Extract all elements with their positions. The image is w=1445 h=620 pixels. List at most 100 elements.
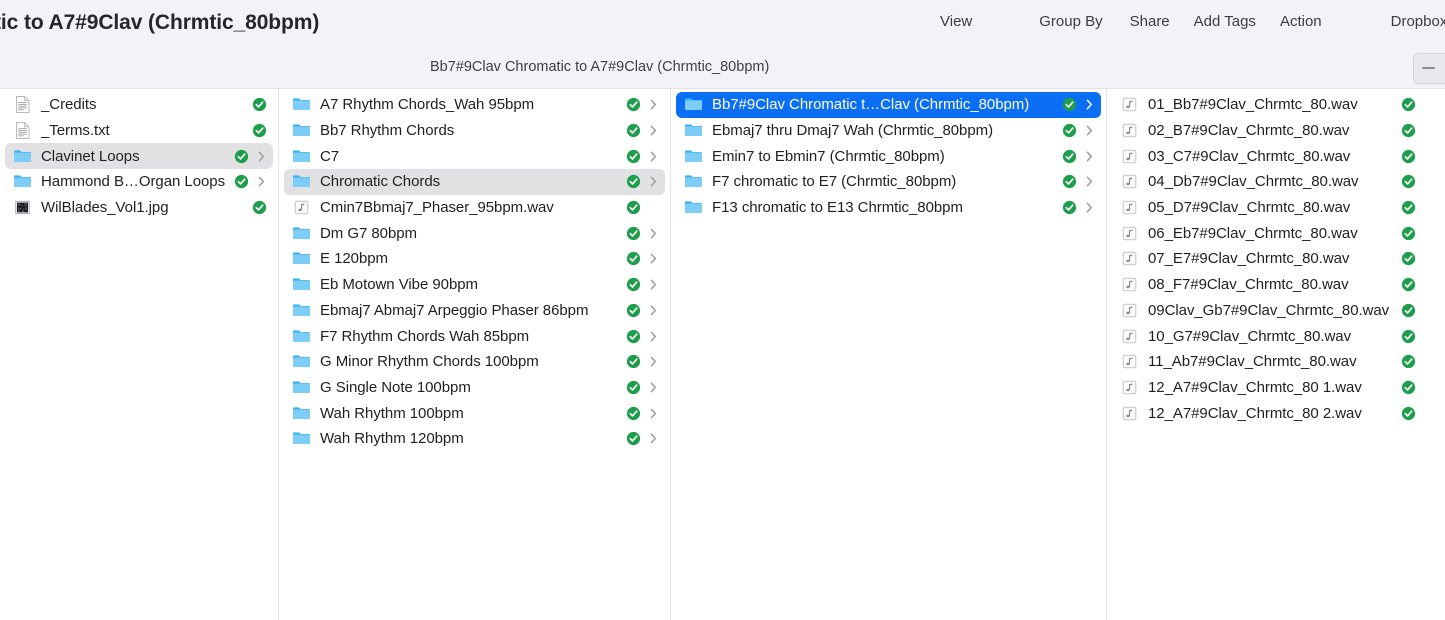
list-item[interactable]: F7 chromatic to E7 (Chrmtic_80bpm) — [676, 169, 1101, 195]
list-item[interactable]: Wah Rhythm 120bpm — [284, 426, 665, 452]
disclosure-chevron-icon[interactable] — [1084, 174, 1095, 189]
list-item-label: Hammond B…Organ Loops — [41, 173, 226, 190]
list-item-label: Cmin7Bbmaj7_Phaser_95bpm.wav — [320, 199, 618, 216]
disclosure-chevron-icon[interactable] — [256, 174, 267, 189]
list-item-accessories — [1062, 174, 1095, 189]
disclosure-chevron-icon[interactable] — [648, 431, 659, 446]
list-item-label: G Single Note 100bpm — [320, 379, 618, 396]
edge-view-control[interactable] — [1413, 53, 1445, 84]
sync-check-badge — [626, 200, 641, 215]
disclosure-chevron-icon[interactable] — [648, 277, 659, 292]
list-item[interactable]: Bb7 Rhythm Chords — [284, 118, 665, 144]
disclosure-chevron-icon[interactable] — [1084, 97, 1095, 112]
sync-check-badge — [234, 149, 249, 164]
disclosure-chevron-icon[interactable] — [648, 303, 659, 318]
list-item[interactable]: 09Clav_Gb7#9Clav_Chrmtc_80.wav — [1112, 298, 1440, 324]
disclosure-chevron-icon[interactable] — [648, 226, 659, 241]
current-folder-path: Bb7#9Clav Chromatic to A7#9Clav (Chrmtic… — [430, 59, 769, 75]
list-item[interactable]: 03_C7#9Clav_Chrmtc_80.wav — [1112, 143, 1440, 169]
disclosure-chevron-icon[interactable] — [256, 149, 267, 164]
disclosure-chevron-icon[interactable] — [648, 380, 659, 395]
folder-icon — [292, 352, 311, 371]
list-item[interactable]: F13 chromatic to E13 Chrmtic_80bpm — [676, 195, 1101, 221]
sync-check-badge — [626, 431, 641, 446]
disclosure-chevron-icon[interactable] — [648, 406, 659, 421]
disclosure-chevron-icon[interactable] — [648, 174, 659, 189]
sync-check-badge — [626, 277, 641, 292]
list-item-accessories — [252, 97, 267, 112]
list-item[interactable]: 05_D7#9Clav_Chrmtc_80.wav — [1112, 195, 1440, 221]
audio-file-icon — [1120, 198, 1139, 217]
disclosure-chevron-icon[interactable] — [648, 329, 659, 344]
list-item[interactable]: Emin7 to Ebmin7 (Chrmtic_80bpm) — [676, 143, 1101, 169]
dropbox-button[interactable]: Dropbox — [1391, 13, 1445, 30]
audio-file-icon — [1120, 224, 1139, 243]
list-item[interactable]: Clavinet Loops — [5, 143, 273, 169]
list-item[interactable]: Ebmaj7 thru Dmaj7 Wah (Chrmtic_80bpm) — [676, 118, 1101, 144]
list-item[interactable]: G Minor Rhythm Chords 100bpm — [284, 349, 665, 375]
list-item[interactable]: 07_E7#9Clav_Chrmtc_80.wav — [1112, 246, 1440, 272]
list-item[interactable]: _Terms.txt — [5, 118, 273, 144]
disclosure-chevron-icon[interactable] — [1084, 123, 1095, 138]
disclosure-chevron-icon[interactable] — [648, 354, 659, 369]
list-item-label: 12_A7#9Clav_Chrmtc_80 2.wav — [1148, 405, 1393, 422]
list-item[interactable]: 02_B7#9Clav_Chrmtc_80.wav — [1112, 118, 1440, 144]
sync-check-badge — [1062, 200, 1077, 215]
sync-check-badge — [1062, 174, 1077, 189]
action-button[interactable]: Action — [1280, 13, 1322, 30]
list-item-accessories — [1401, 174, 1434, 189]
list-item[interactable]: Wah Rhythm 100bpm — [284, 400, 665, 426]
list-item[interactable]: Cmin7Bbmaj7_Phaser_95bpm.wav — [284, 195, 665, 221]
list-item[interactable]: 08_F7#9Clav_Chrmtc_80.wav — [1112, 272, 1440, 298]
list-item-label: Bb7 Rhythm Chords — [320, 122, 618, 139]
group-by-button[interactable]: Group By — [1039, 13, 1102, 30]
view-button[interactable]: View — [940, 13, 972, 30]
list-item[interactable]: Bb7#9Clav Chromatic t…Clav (Chrmtic_80bp… — [676, 92, 1101, 118]
audio-file-icon — [1120, 121, 1139, 140]
disclosure-chevron-icon[interactable] — [1084, 200, 1095, 215]
list-item[interactable]: Hammond B…Organ Loops — [5, 169, 273, 195]
sync-check-badge — [1401, 174, 1416, 189]
audio-file-icon — [1120, 249, 1139, 268]
list-item-label: F7 chromatic to E7 (Chrmtic_80bpm) — [712, 173, 1054, 190]
list-item[interactable]: G Single Note 100bpm — [284, 375, 665, 401]
list-item[interactable]: Chromatic Chords — [284, 169, 665, 195]
list-item-label: 04_Db7#9Clav_Chrmtc_80.wav — [1148, 173, 1393, 190]
list-item[interactable]: Eb Motown Vibe 90bpm — [284, 272, 665, 298]
list-item[interactable]: 04_Db7#9Clav_Chrmtc_80.wav — [1112, 169, 1440, 195]
list-item[interactable]: 12_A7#9Clav_Chrmtc_80 1.wav — [1112, 375, 1440, 401]
list-item[interactable]: _Credits — [5, 92, 273, 118]
list-item[interactable]: 12_A7#9Clav_Chrmtc_80 2.wav — [1112, 400, 1440, 426]
disclosure-chevron-icon[interactable] — [648, 149, 659, 164]
list-item[interactable]: Ebmaj7 Abmaj7 Arpeggio Phaser 86bpm — [284, 298, 665, 324]
add-tags-button[interactable]: Add Tags — [1194, 13, 1256, 30]
list-item[interactable]: 06_Eb7#9Clav_Chrmtc_80.wav — [1112, 220, 1440, 246]
list-item-accessories — [1401, 200, 1434, 215]
share-button[interactable]: Share — [1130, 13, 1170, 30]
list-item-label: 01_Bb7#9Clav_Chrmtc_80.wav — [1148, 96, 1393, 113]
disclosure-chevron-icon[interactable] — [648, 251, 659, 266]
list-item-label: Chromatic Chords — [320, 173, 618, 190]
list-item[interactable]: E 120bpm — [284, 246, 665, 272]
folder-icon — [292, 404, 311, 423]
list-item-accessories — [234, 174, 267, 189]
list-item[interactable]: 11_Ab7#9Clav_Chrmtc_80.wav — [1112, 349, 1440, 375]
minus-icon — [1422, 67, 1435, 69]
disclosure-chevron-icon[interactable] — [1084, 149, 1095, 164]
list-item[interactable]: Dm G7 80bpm — [284, 220, 665, 246]
image-thumbnail-icon — [13, 198, 32, 217]
list-item-label: Eb Motown Vibe 90bpm — [320, 276, 618, 293]
list-item[interactable]: 01_Bb7#9Clav_Chrmtc_80.wav — [1112, 92, 1440, 118]
list-item-accessories — [626, 277, 659, 292]
list-item-accessories — [1401, 97, 1434, 112]
list-item[interactable]: A7 Rhythm Chords_Wah 95bpm — [284, 92, 665, 118]
disclosure-chevron-icon[interactable] — [648, 123, 659, 138]
disclosure-chevron-icon[interactable] — [648, 97, 659, 112]
list-item[interactable]: 10_G7#9Clav_Chrmtc_80.wav — [1112, 323, 1440, 349]
list-item[interactable]: F7 Rhythm Chords Wah 85bpm — [284, 323, 665, 349]
list-item[interactable]: WilBlades_Vol1.jpg — [5, 195, 273, 221]
list-item-accessories — [626, 329, 659, 344]
list-item-label: E 120bpm — [320, 250, 618, 267]
list-item[interactable]: C7 — [284, 143, 665, 169]
folder-icon — [292, 378, 311, 397]
